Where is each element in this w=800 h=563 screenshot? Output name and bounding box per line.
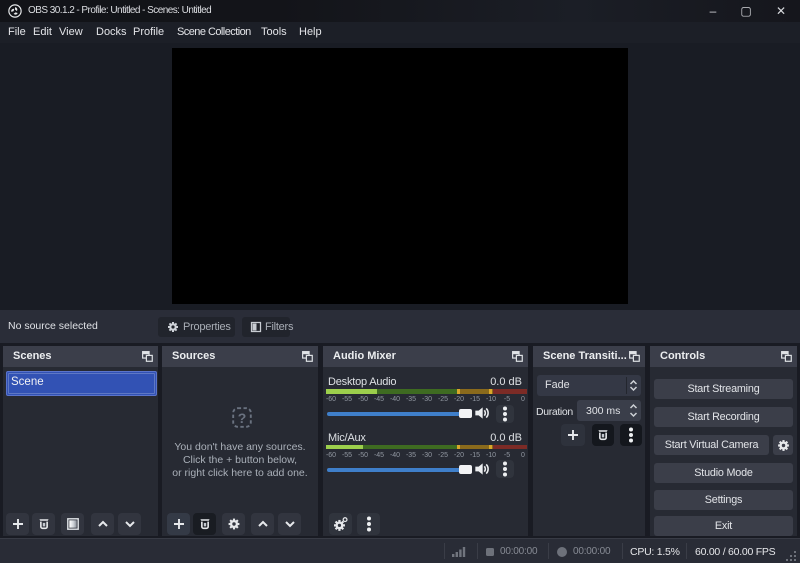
svg-text:?: ? <box>238 410 247 426</box>
